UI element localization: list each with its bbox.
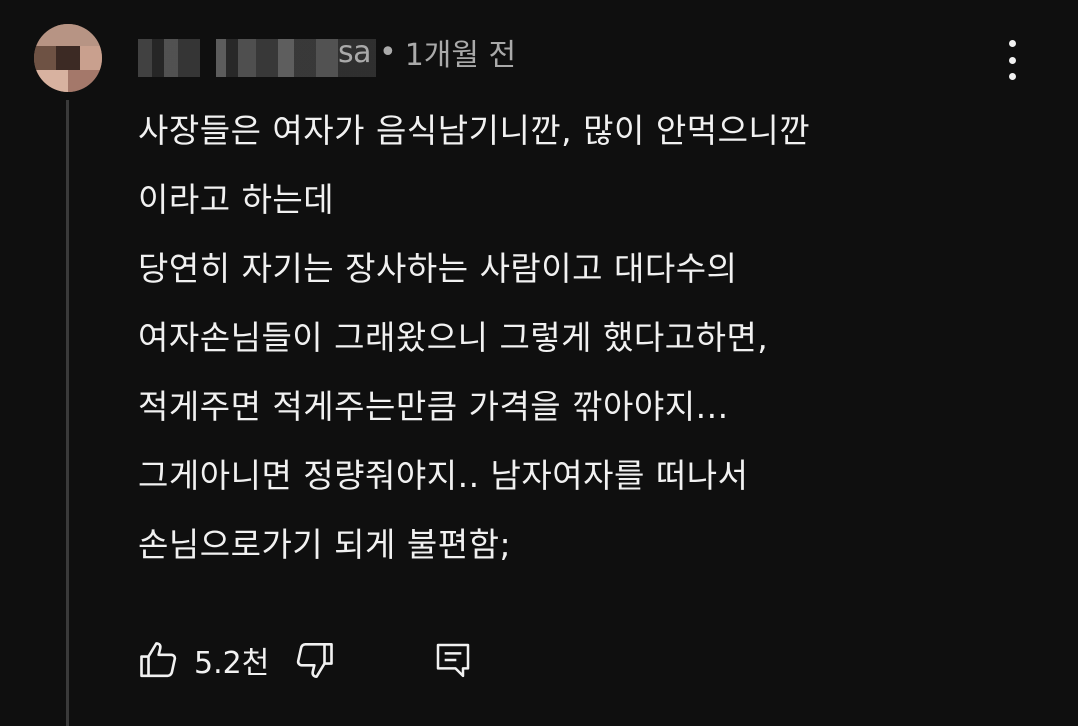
author-name[interactable]: sa xyxy=(138,34,376,77)
comment-text: 사장들은 여자가 음식남기니깐, 많이 안먹으니깐 이라고 하는데 당연히 자기… xyxy=(138,96,1038,579)
comment-timestamp[interactable]: 1개월 전 xyxy=(405,30,516,74)
comment-actions: 5.2천 xyxy=(138,632,473,688)
more-vertical-icon-dot xyxy=(1008,56,1016,64)
comment-line: 손님으로가기 되게 불편함; xyxy=(138,525,512,564)
comment-line: 사장들은 여자가 음식남기니깐, 많이 안먹으니깐 xyxy=(138,111,811,150)
reply-comment-icon xyxy=(437,643,470,678)
comment-line: 이라고 하는데 xyxy=(138,180,335,219)
comment-line: 적게주면 적게주는만큼 가격을 깎아야지... xyxy=(138,387,729,426)
comment-header: sa • 1개월 전 xyxy=(138,30,516,77)
like-button[interactable] xyxy=(138,639,180,681)
comment-line: 당연히 자기는 장사하는 사람이고 대다수의 xyxy=(138,249,738,288)
thumbs-down-icon xyxy=(297,642,334,678)
reply-button[interactable] xyxy=(433,639,473,681)
thumbs-up-icon xyxy=(140,642,177,678)
meta-separator: • xyxy=(379,34,397,70)
like-count: 5.2천 xyxy=(194,646,270,681)
more-vertical-icon-dot xyxy=(1008,73,1016,80)
comment-line: 여자손님들이 그래왔으니 그렇게 했다고하면, xyxy=(138,318,769,357)
comment-line: 그게아니면 정량줘야지.. 남자여자를 떠나서 xyxy=(138,456,749,495)
avatar[interactable] xyxy=(34,24,102,92)
more-vertical-icon xyxy=(1008,40,1016,47)
author-name-text: sa xyxy=(338,34,372,70)
more-options-button[interactable] xyxy=(994,36,1030,84)
dislike-button[interactable] xyxy=(293,639,335,681)
thread-line xyxy=(66,100,69,726)
